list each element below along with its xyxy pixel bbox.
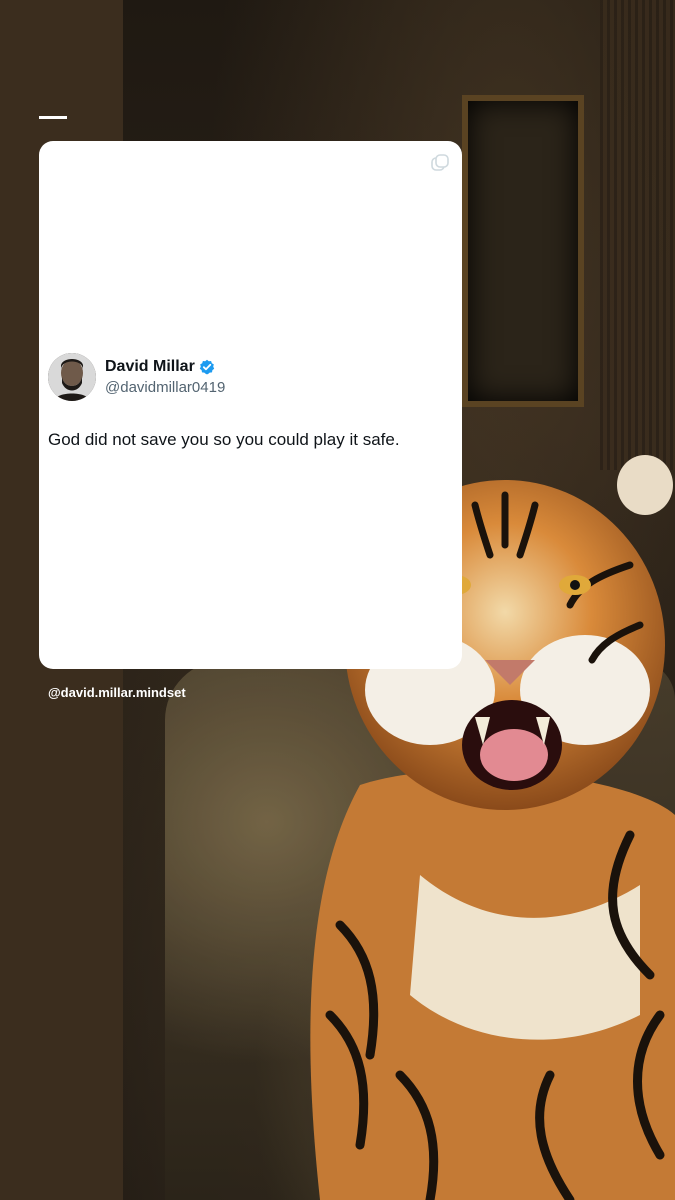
avatar[interactable] [48, 353, 96, 401]
post-text: God did not save you so you could play i… [48, 430, 400, 449]
post-card: David Millar @davidmillar0419 God did no… [39, 141, 462, 669]
author-name[interactable]: David Millar [105, 358, 195, 376]
top-dash [39, 116, 67, 119]
post-author: David Millar @davidmillar0419 [48, 353, 225, 401]
watermark-handle: @david.millar.mindset [48, 685, 186, 700]
verified-badge-icon [199, 359, 215, 375]
author-handle[interactable]: @davidmillar0419 [105, 379, 225, 396]
background-tapestry [600, 0, 675, 470]
copy-icon[interactable] [430, 153, 450, 173]
background-painting [462, 95, 584, 407]
avatar-portrait-icon [48, 353, 96, 401]
